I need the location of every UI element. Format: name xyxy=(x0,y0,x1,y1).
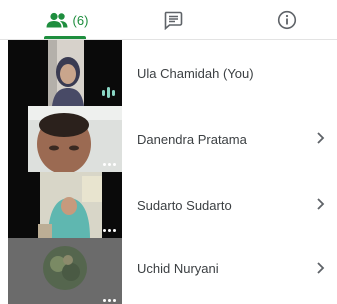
more-options-icon[interactable] xyxy=(103,229,116,232)
more-options-icon[interactable] xyxy=(103,299,116,302)
tab-chat[interactable] xyxy=(148,0,198,40)
chevron-right-icon[interactable] xyxy=(316,261,326,275)
participant-row[interactable]: Uchid Nuryani xyxy=(0,238,337,304)
chevron-right-icon[interactable] xyxy=(316,131,326,145)
chevron-right-icon[interactable] xyxy=(316,197,326,211)
participant-name: Ula Chamidah (You) xyxy=(137,65,254,81)
video-tile xyxy=(8,238,122,304)
speaking-indicator-icon xyxy=(102,87,115,98)
chat-icon xyxy=(164,11,183,30)
video-tile xyxy=(8,40,122,106)
video-tile xyxy=(8,172,122,238)
participant-count: (6) xyxy=(72,12,89,28)
people-icon xyxy=(46,12,68,28)
avatar xyxy=(8,238,122,298)
video-tile xyxy=(8,106,122,172)
more-options-icon[interactable] xyxy=(103,163,116,166)
participant-name: Danendra Pratama xyxy=(137,131,247,147)
participant-name: Sudarto Sudarto xyxy=(137,197,232,213)
participant-name: Uchid Nuryani xyxy=(137,260,219,276)
participant-row[interactable]: Sudarto Sudarto xyxy=(0,172,337,238)
tab-info[interactable] xyxy=(262,0,312,40)
tab-bar: (6) xyxy=(0,0,337,40)
info-icon xyxy=(277,10,297,30)
participant-row[interactable]: Danendra Pratama xyxy=(0,106,337,172)
participant-row[interactable]: Ula Chamidah (You) xyxy=(0,40,337,106)
tab-people[interactable]: (6) xyxy=(36,0,98,40)
